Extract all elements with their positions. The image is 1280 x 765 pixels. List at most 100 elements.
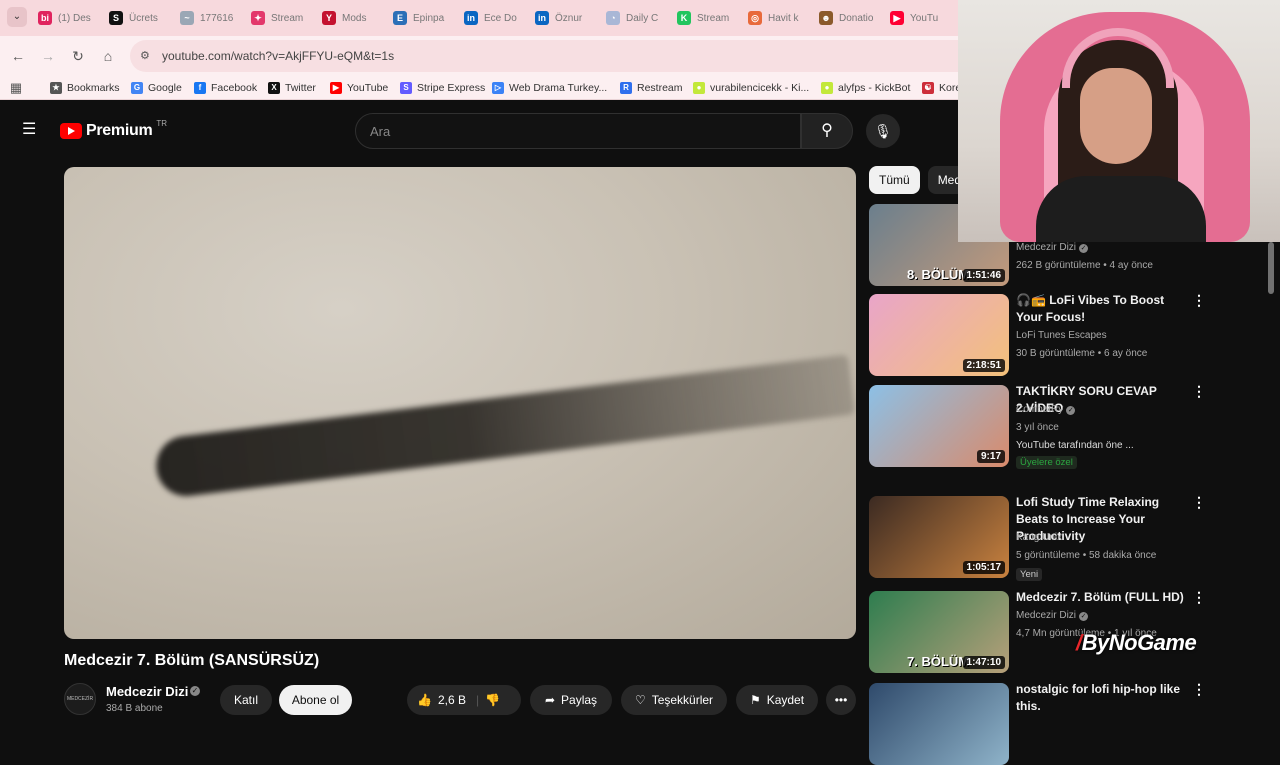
bookmark-favicon-icon: R [620,82,632,94]
like-dislike-group: 👍 2,6 B | 👎 [407,685,521,715]
video-frame-content [152,354,856,500]
browser-tab[interactable]: Y Mods [322,6,388,30]
tab-favicon-icon: in [464,11,478,25]
voice-search-button[interactable]: 🎙 [866,114,900,148]
streamer-body [1036,176,1206,242]
browser-tab[interactable]: bi (1) Des [38,6,104,30]
save-label: Kaydet [766,693,805,707]
join-button[interactable]: Katıl [220,685,272,715]
more-actions-button[interactable]: ••• [826,685,856,715]
home-button[interactable]: ⌂ [98,46,118,66]
related-title[interactable]: 🎧📻 LoFi Vibes To Boost Your Focus! [1016,292,1191,326]
thumbnail-text: 7. BÖLÜM [907,654,970,669]
browser-tab[interactable]: ☻ Donatio [819,6,885,30]
like-count[interactable]: 2,6 B [438,693,466,707]
more-vertical-icon[interactable]: ⋮ [1192,589,1206,606]
browser-tab[interactable]: in Ece Do [464,6,530,30]
back-button[interactable]: ← [8,46,28,66]
browser-tab[interactable]: E Epinpa [393,6,459,30]
bookmark-icon: ⚑ [749,693,761,707]
bookmark-item[interactable]: ● alyfps - KickBot [821,80,910,96]
bookmark-item[interactable]: f Facebook [194,80,257,96]
browser-tab[interactable]: ▶ YouTu [890,6,956,30]
site-info-icon[interactable]: ⚙ [140,49,154,63]
browser-tab[interactable]: ◔ Daily C [606,6,672,30]
related-channel[interactable]: Kang Unix [1016,532,1062,543]
search-input[interactable]: Ara [355,113,801,149]
reload-button[interactable]: ↻ [68,46,88,66]
tab-favicon-icon: bi [38,11,52,25]
bookmark-item[interactable]: R Restream [620,80,683,96]
related-thumbnail[interactable]: 9:17 [869,385,1009,467]
bookmark-item[interactable]: ● vurabilencicekk - Ki... [693,80,809,96]
related-thumbnail[interactable]: 1:05:17 [869,496,1009,578]
thanks-button[interactable]: ♡ Teşekkürler [621,685,727,715]
browser-tab[interactable]: S Ücrets [109,6,175,30]
tab-title: Havit k [768,12,799,24]
tab-title: Ücrets [129,12,158,24]
subscribe-button[interactable]: Abone ol [279,685,352,715]
browser-tab[interactable]: ~177616 [180,6,246,30]
browser-tab[interactable]: ◎ Havit k [748,6,814,30]
apps-grid-icon[interactable]: ▦ [6,78,26,98]
more-vertical-icon[interactable]: ⋮ [1192,681,1206,698]
bookmark-item[interactable]: ★ Bookmarks [50,80,120,96]
menu-icon[interactable]: ☰ [22,122,38,138]
youtube-premium-logo[interactable]: Premium TR [60,119,167,140]
related-thumbnail[interactable]: 7. BÖLÜM 1:47:10 [869,591,1009,673]
dislike-icon[interactable]: 👎 [485,693,500,707]
share-button[interactable]: ➦ Paylaş [530,685,612,715]
thumbnail-text: 8. BÖLÜM [907,267,970,282]
related-title[interactable]: nostalgic for lofi hip-hop like this. [1016,681,1191,715]
bookmark-favicon-icon: ☯ [922,82,934,94]
bookmark-item[interactable]: S Stripe Express [400,80,485,96]
related-thumbnail[interactable]: 2:18:51 [869,294,1009,376]
bookmark-item[interactable]: ▶ YouTube [330,80,388,96]
tab-title: Stream [697,12,730,24]
related-thumbnail[interactable] [869,683,1009,765]
youtube-play-icon [60,123,82,139]
search-button[interactable]: ⚲ [801,113,853,149]
join-label: Katıl [233,693,258,707]
browser-tab[interactable]: in Öznur [535,6,601,30]
save-button[interactable]: ⚑ Kaydet [736,685,818,715]
related-channel-name: Kang Unix [1016,532,1063,543]
more-vertical-icon[interactable]: ⋮ [1192,292,1206,309]
thanks-label: Teşekkürler [651,693,714,707]
more-vertical-icon[interactable]: ⋮ [1192,494,1206,511]
bookmark-label: Restream [637,82,683,94]
related-meta: 3 yıl önce [1016,422,1059,433]
video-player[interactable] [64,167,856,639]
related-channel[interactable]: Medcezir Dizi ✓ [1016,610,1089,621]
browser-tab[interactable]: ✦ Stream [251,6,317,30]
more-vertical-icon[interactable]: ⋮ [1192,383,1206,400]
tab-title: Donatio [839,12,874,24]
tab-search-button[interactable]: ⌄ [7,7,27,27]
bookmark-item[interactable]: ▷ Web Drama Turkey... [492,80,607,96]
browser-tab[interactable]: K Stream [677,6,743,30]
forward-button[interactable]: → [38,46,58,66]
bookmark-item[interactable]: G Google [131,80,182,96]
chip-all[interactable]: Tümü [869,166,920,194]
search-placeholder: Ara [370,124,391,139]
channel-avatar[interactable]: MEDCEZİR [64,683,96,715]
bookmark-item[interactable]: X Twitter [268,80,316,96]
related-channel-name: Medcezir Dizi [1016,242,1077,253]
tab-title: Epinpa [413,12,445,24]
sidebar-scrollbar[interactable] [1268,242,1274,294]
filter-chips: Tümü Med [869,166,972,194]
like-icon[interactable]: 👍 [417,693,432,707]
bookmark-label: Stripe Express [417,82,486,94]
tab-favicon-icon: ☻ [819,11,833,25]
featured-note: YouTube tarafından öne ... [1016,440,1134,451]
related-channel[interactable]: LoFi Tunes Escapes [1016,330,1107,341]
bookmark-item[interactable]: ☯ Kore [922,80,961,96]
related-channel[interactable]: CombatRy ✓ [1016,404,1076,415]
share-label: Paylaş [561,693,598,707]
tab-favicon-icon: Y [322,11,336,25]
related-channel[interactable]: Medcezir Dizi ✓ [1016,242,1089,253]
related-title[interactable]: Medcezir 7. Bölüm (FULL HD) [1016,589,1191,606]
bookmark-label: Bookmarks [67,82,120,94]
channel-name[interactable]: Medcezir Dizi [106,684,188,699]
video-duration: 2:18:51 [962,359,1005,372]
